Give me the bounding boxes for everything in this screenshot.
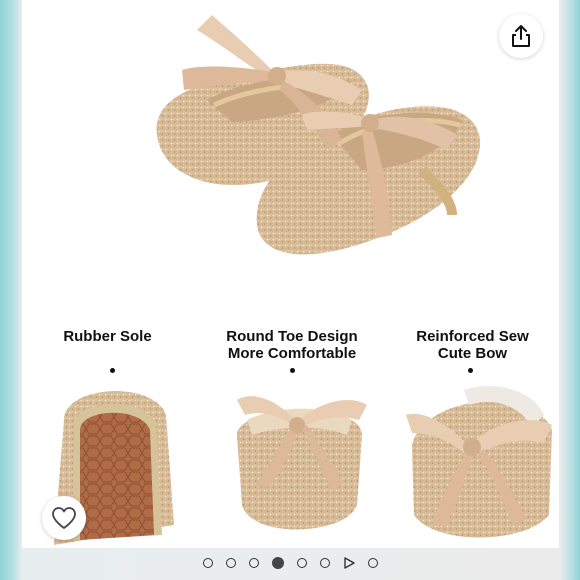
pagination-dot-active[interactable] [271,557,284,569]
video-slide-indicator[interactable] [343,557,355,569]
pagination-dot[interactable] [202,558,213,568]
feature-label-reinforced-sew: Reinforced Sew Cute Bow [400,328,545,362]
gallery-pagination [0,553,580,573]
play-icon [343,557,355,569]
product-image-card[interactable]: Rubber Sole Round Toe Design More Comfor… [22,0,559,548]
hero-shoes-image [156,15,481,255]
like-button[interactable] [42,496,86,540]
bullet-marker [290,368,295,373]
pagination-dot[interactable] [319,558,330,568]
feature-line: Rubber Sole [63,328,152,345]
feature-line: Reinforced Sew [416,328,529,345]
feature-label-rubber-sole: Rubber Sole [40,328,175,345]
pagination-dot[interactable] [225,558,236,568]
share-button[interactable] [499,14,543,58]
bullet-marker [468,368,473,373]
pagination-dot[interactable] [248,558,259,568]
feature-line: Round Toe Design [226,328,358,345]
heart-icon [52,507,76,529]
pagination-dot[interactable] [367,558,378,568]
bullet-marker [110,368,115,373]
share-icon [512,25,530,47]
pagination-dot[interactable] [296,558,307,568]
reinforced-sew-image [406,386,552,538]
feature-line: Cute Bow [437,345,508,362]
feature-label-round-toe: Round Toe Design More Comfortable [212,328,372,362]
round-toe-image [237,396,367,530]
feature-line: More Comfortable [227,345,357,362]
